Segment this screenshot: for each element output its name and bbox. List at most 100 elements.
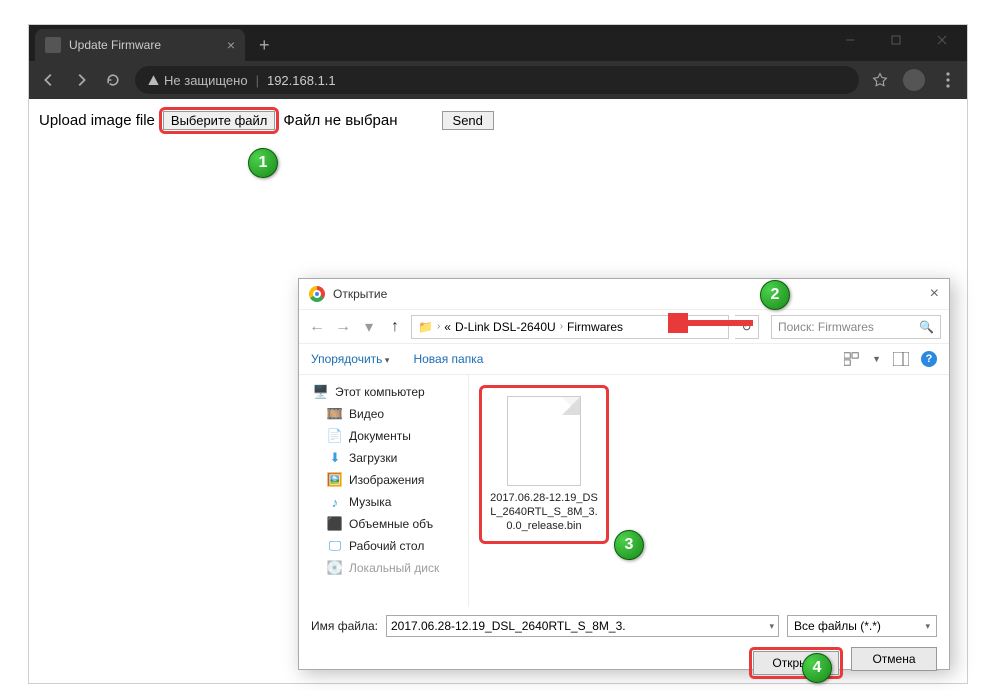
breadcrumb-parent[interactable]: D-Link DSL-2640U [455,320,556,334]
preview-pane-icon[interactable] [893,352,909,366]
choose-file-highlight: Выберите файл [159,107,279,134]
dialog-body: 🖥️ Этот компьютер 🎞️ Видео 📄Документы ⬇ Заг… [299,375,949,607]
sidebar-label: Этот компьютер [335,385,425,399]
annotation-badge-4: 4 [802,653,832,683]
music-icon: ♪ [327,494,343,510]
file-highlight: 2017.06.28-12.19_DSL_2640RTL_S_8M_3.0.0_… [479,385,609,544]
folder-icon: 📁 [418,320,433,334]
nav-forward-icon[interactable]: → [333,317,353,337]
favicon-icon [45,37,61,53]
reload-button[interactable] [103,70,123,90]
new-folder-button[interactable]: Новая папка [413,352,483,366]
sidebar-label: Загрузки [349,451,397,465]
profile-avatar[interactable] [903,69,925,91]
sidebar-item-desktop[interactable]: 🖵 Рабочий стол [299,535,468,557]
toolbar-right [871,69,957,91]
upload-label: Upload image file [39,112,155,129]
annotation-badge-1: 1 [248,148,278,178]
send-button[interactable]: Send [442,111,494,130]
sidebar-label: Рабочий стол [349,539,424,553]
organize-menu[interactable]: Упорядочить [311,352,389,366]
file-name: 2017.06.28-12.19_DSL_2640RTL_S_8M_3.0.0_… [490,492,598,533]
search-placeholder: Поиск: Firmwares [778,320,874,334]
dialog-toolbar: Упорядочить Новая папка ▼ ? [299,343,949,375]
cube-icon: ⬛ [327,516,343,532]
sidebar-item-3d-objects[interactable]: ⬛ Объемные объ [299,513,468,535]
dialog-title: Открытие [333,287,387,301]
security-label: Не защищено [164,73,248,88]
maximize-button[interactable] [873,25,919,55]
browser-tab[interactable]: Update Firmware × [35,29,245,61]
chrome-icon [309,286,325,302]
star-icon[interactable] [871,71,889,89]
breadcrumb-current[interactable]: Firmwares [567,320,623,334]
warning-icon [147,74,160,87]
file-thumbnail-icon [507,396,581,486]
filetype-label: Все файлы (*.*) [794,619,881,633]
sidebar-item-videos[interactable]: 🎞️ Видео [299,403,468,425]
dialog-nav: ← → ▾ ↑ 📁 › « D-Link DSL-2640U › Firmwar… [299,309,949,343]
url-text: 192.168.1.1 [267,73,336,88]
cancel-button[interactable]: Отмена [851,647,937,671]
close-button[interactable] [919,25,965,55]
filetype-select[interactable]: Все файлы (*.*) ▾ [787,615,937,637]
filename-label: Имя файла: [311,619,378,633]
menu-icon[interactable] [939,71,957,89]
dropdown-icon[interactable]: ▾ [925,621,930,632]
sidebar-item-documents[interactable]: 📄Документы [299,425,468,447]
sidebar-item-this-pc[interactable]: 🖥️ Этот компьютер [299,381,468,403]
file-item[interactable]: 2017.06.28-12.19_DSL_2640RTL_S_8M_3.0.0_… [490,396,598,533]
page-content: Upload image file Выберите файл Файл не … [29,99,967,142]
view-icon[interactable] [844,352,860,366]
window-controls [827,25,965,55]
tab-title: Update Firmware [69,38,161,52]
sidebar-item-music[interactable]: ♪ Музыка [299,491,468,513]
disk-icon: 💽 [327,560,343,576]
sidebar-item-downloads[interactable]: ⬇ Загрузки [299,447,468,469]
filename-value: 2017.06.28-12.19_DSL_2640RTL_S_8M_3. [391,619,626,633]
help-icon[interactable]: ? [921,351,937,367]
sidebar-label: Документы [349,429,411,443]
annotation-badge-3: 3 [614,530,644,560]
annotation-badge-2: 2 [760,280,790,310]
sidebar-label: Музыка [349,495,391,509]
desktop-icon: 🖵 [327,538,343,554]
dialog-close-button[interactable]: × [930,285,939,303]
sidebar-label: Видео [349,407,384,421]
download-icon: ⬇ [327,450,343,466]
forward-button[interactable] [71,70,91,90]
chevron-icon: › [437,321,440,332]
sidebar-item-local-disk[interactable]: 💽 Локальный диск [299,557,468,579]
breadcrumb-prefix: « [444,320,451,334]
dropdown-icon[interactable]: ▾ [769,621,774,632]
pc-icon: 🖥️ [313,384,329,400]
nav-recent-icon[interactable]: ▾ [359,317,379,337]
annotation-arrow [668,313,758,333]
sidebar-label: Изображения [349,473,424,487]
minimize-button[interactable] [827,25,873,55]
sidebar: 🖥️ Этот компьютер 🎞️ Видео 📄Документы ⬇ Заг… [299,375,469,607]
back-button[interactable] [39,70,59,90]
view-dropdown-icon[interactable]: ▼ [872,354,881,364]
address-bar: Не защищено | 192.168.1.1 [29,61,967,99]
search-field[interactable]: Поиск: Firmwares 🔍 [771,315,941,339]
nav-up-icon[interactable]: ↑ [385,317,405,337]
new-tab-button[interactable]: + [245,29,284,61]
sidebar-label: Объемные объ [349,517,433,531]
address-field[interactable]: Не защищено | 192.168.1.1 [135,66,859,94]
nav-back-icon[interactable]: ← [307,317,327,337]
file-open-dialog: Открытие × ← → ▾ ↑ 📁 › « D-Link DSL-2640… [298,278,950,670]
no-file-text: Файл не выбран [283,112,397,129]
sidebar-item-pictures[interactable]: 🖼️ Изображения [299,469,468,491]
security-warning: Не защищено [147,73,248,88]
dialog-titlebar: Открытие × [299,279,949,309]
separator: | [256,73,259,88]
sidebar-label: Локальный диск [349,561,439,575]
filename-input[interactable]: 2017.06.28-12.19_DSL_2640RTL_S_8M_3. ▾ [386,615,779,637]
tab-close-icon[interactable]: × [207,37,235,53]
file-area[interactable]: 2017.06.28-12.19_DSL_2640RTL_S_8M_3.0.0_… [469,375,949,607]
dialog-footer: Имя файла: 2017.06.28-12.19_DSL_2640RTL_… [299,607,949,691]
choose-file-button[interactable]: Выберите файл [163,111,275,130]
picture-icon: 🖼️ [327,472,343,488]
video-icon: 🎞️ [327,406,343,422]
